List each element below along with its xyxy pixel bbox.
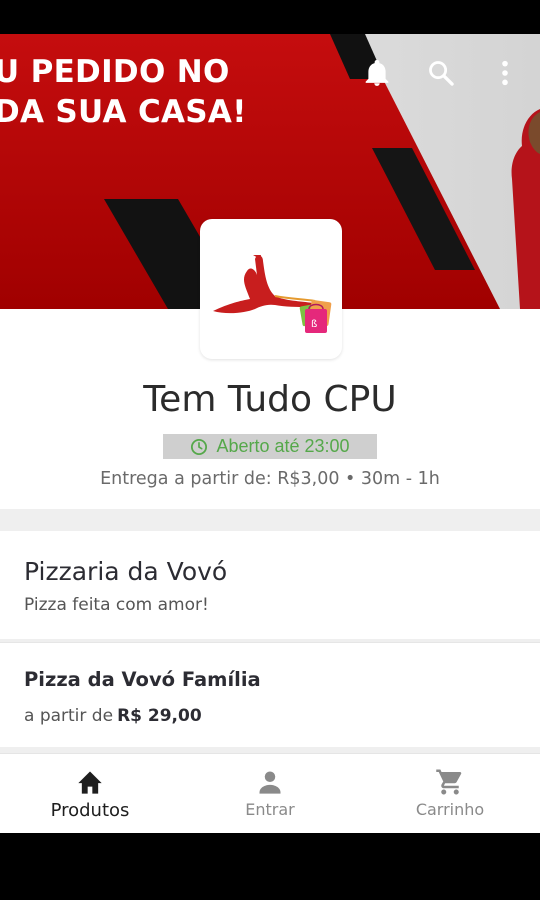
bell-icon[interactable] bbox=[360, 56, 394, 90]
open-status-text: Aberto até 23:00 bbox=[216, 436, 350, 456]
price-value: R$ 29,00 bbox=[117, 706, 202, 726]
nav-cart-label: Carrinho bbox=[415, 800, 485, 819]
nav-login-label: Entrar bbox=[245, 800, 295, 819]
product-name: Pizza da Vovó Família bbox=[24, 668, 261, 691]
home-icon bbox=[75, 767, 105, 797]
category-title: Pizzaria da Vovó bbox=[24, 557, 228, 586]
more-vert-icon[interactable] bbox=[488, 56, 522, 90]
category-header: Pizzaria da Vovó Pizza feita com amor! bbox=[0, 531, 540, 639]
app-screen: U PEDIDO NO DA SUA CASA! ß Tem Tudo CPU … bbox=[0, 34, 540, 833]
nav-products-label: Produtos bbox=[50, 800, 130, 821]
nav-products[interactable]: Produtos bbox=[0, 754, 180, 833]
toolbar bbox=[360, 56, 522, 90]
banner-slogan: U PEDIDO NO DA SUA CASA! bbox=[0, 52, 247, 132]
clock-icon bbox=[191, 438, 208, 455]
open-status-badge: Aberto até 23:00 bbox=[163, 434, 377, 459]
system-nav-bar bbox=[0, 833, 540, 900]
product-item[interactable]: Pizza da Vovó Família a partir de R$ 29,0… bbox=[0, 642, 540, 747]
status-bar bbox=[0, 0, 540, 34]
store-name: Tem Tudo CPU bbox=[143, 379, 397, 420]
price-prefix: a partir de bbox=[24, 706, 114, 726]
bottom-navigation: Produtos Entrar Carrinho bbox=[0, 753, 540, 833]
search-icon[interactable] bbox=[424, 56, 458, 90]
cart-icon bbox=[435, 767, 465, 797]
person-icon bbox=[255, 767, 285, 797]
store-logo: ß bbox=[200, 219, 342, 359]
category-description: Pizza feita com amor! bbox=[24, 595, 209, 615]
stork-logo-icon: ß bbox=[213, 255, 332, 333]
svg-text:ß: ß bbox=[311, 319, 317, 330]
nav-cart[interactable]: Carrinho bbox=[360, 754, 540, 833]
banner-line-2: DA SUA CASA! bbox=[0, 94, 247, 130]
banner-line-1: U PEDIDO NO bbox=[0, 54, 230, 90]
product-price: a partir de R$ 29,00 bbox=[24, 706, 202, 726]
nav-login[interactable]: Entrar bbox=[180, 754, 360, 833]
delivery-info: Entrega a partir de: R$3,00 • 30m - 1h bbox=[100, 469, 440, 489]
